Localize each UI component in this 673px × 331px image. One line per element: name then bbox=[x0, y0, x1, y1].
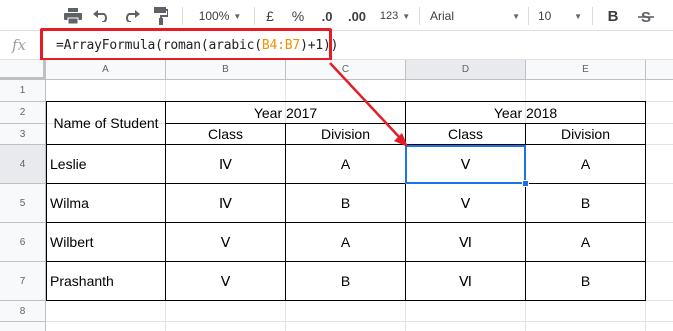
undo-icon[interactable] bbox=[91, 5, 113, 27]
header-year-2017[interactable]: Year 2017 bbox=[166, 102, 405, 123]
header-class-2017[interactable]: Class bbox=[166, 124, 285, 144]
header-division-2018[interactable]: Division bbox=[526, 124, 645, 144]
row-header-1[interactable]: 1 bbox=[0, 80, 46, 102]
font-size-value: 10 bbox=[538, 9, 552, 23]
chevron-down-icon: ▼ bbox=[233, 11, 242, 21]
cell-a6[interactable]: Wilbert bbox=[47, 223, 165, 261]
cell-e4[interactable]: A bbox=[526, 145, 645, 183]
cell-b7[interactable]: Ⅴ bbox=[166, 262, 285, 300]
select-all-corner[interactable] bbox=[0, 60, 46, 80]
decrease-decimal-label: .0 bbox=[321, 8, 333, 24]
row-header-7[interactable]: 7 bbox=[0, 262, 46, 301]
cell-a7[interactable]: Prashanth bbox=[47, 262, 165, 300]
toolbar: 100%▼ £ % .0 .00 123▼ Arial▼ 10▼ B S bbox=[0, 0, 673, 31]
font-family-value: Arial bbox=[430, 9, 455, 23]
cell-e7[interactable]: B bbox=[526, 262, 645, 300]
currency-format-button[interactable]: £ bbox=[262, 5, 278, 27]
fx-icon: fx bbox=[12, 36, 27, 54]
font-size-select[interactable]: 10 ▼ bbox=[538, 5, 582, 27]
header-class-2018[interactable]: Class bbox=[406, 124, 525, 144]
header-name-of-student[interactable]: Name of Student bbox=[47, 102, 165, 144]
column-header-d[interactable]: D bbox=[406, 60, 526, 80]
font-family-select[interactable]: Arial ▼ bbox=[430, 5, 520, 27]
fill-handle[interactable] bbox=[522, 180, 529, 187]
cell-b4[interactable]: Ⅳ bbox=[166, 145, 285, 183]
decrease-decimal-button[interactable]: .0 bbox=[316, 5, 338, 27]
cell-c4[interactable]: A bbox=[286, 145, 405, 183]
header-year-2018[interactable]: Year 2018 bbox=[406, 102, 645, 123]
cell-c5[interactable]: B bbox=[286, 184, 405, 222]
row-header-3[interactable]: 3 bbox=[0, 124, 46, 145]
cell-d6[interactable]: Ⅵ bbox=[406, 223, 525, 261]
percent-format-button[interactable]: % bbox=[289, 5, 307, 27]
cell-b5[interactable]: Ⅳ bbox=[166, 184, 285, 222]
cell-a5[interactable]: Wilma bbox=[47, 184, 165, 222]
header-division-2017[interactable]: Division bbox=[286, 124, 405, 144]
row-header-9[interactable] bbox=[0, 322, 46, 331]
zoom-select[interactable]: 100% ▼ bbox=[194, 5, 246, 27]
cell-e6[interactable]: A bbox=[526, 223, 645, 261]
cell-e5[interactable]: B bbox=[526, 184, 645, 222]
formula-highlight-box bbox=[40, 28, 332, 61]
more-formats-label: 123 bbox=[379, 10, 399, 22]
column-header-b[interactable]: B bbox=[166, 60, 286, 80]
strikethrough-icon[interactable]: S bbox=[636, 5, 656, 27]
zoom-value: 100% bbox=[198, 9, 230, 23]
increase-decimal-button[interactable]: .00 bbox=[343, 5, 371, 27]
increase-decimal-label: .00 bbox=[347, 8, 367, 24]
redo-icon[interactable] bbox=[120, 5, 142, 27]
row-header-4[interactable]: 4 bbox=[0, 145, 46, 184]
column-header-f[interactable] bbox=[646, 60, 673, 80]
row-header-8[interactable]: 8 bbox=[0, 301, 46, 322]
active-cell-selection bbox=[405, 145, 526, 184]
cell-d7[interactable]: Ⅵ bbox=[406, 262, 525, 300]
print-icon[interactable] bbox=[62, 5, 84, 27]
cell-d5[interactable]: Ⅴ bbox=[406, 184, 525, 222]
chevron-down-icon: ▼ bbox=[402, 11, 411, 21]
cell-c6[interactable]: A bbox=[286, 223, 405, 261]
column-header-c[interactable]: C bbox=[286, 60, 406, 80]
row-header-2[interactable]: 2 bbox=[0, 102, 46, 124]
row-header-6[interactable]: 6 bbox=[0, 223, 46, 262]
paint-format-icon[interactable] bbox=[150, 5, 172, 27]
more-formats-button[interactable]: 123 ▼ bbox=[377, 5, 413, 27]
column-header-e[interactable]: E bbox=[526, 60, 646, 80]
cell-a4[interactable]: Leslie bbox=[47, 145, 165, 183]
column-header-a[interactable]: A bbox=[46, 60, 166, 80]
cell-c7[interactable]: B bbox=[286, 262, 405, 300]
cell-b6[interactable]: Ⅴ bbox=[166, 223, 285, 261]
chevron-down-icon: ▼ bbox=[574, 11, 582, 21]
chevron-down-icon: ▼ bbox=[512, 11, 520, 21]
bold-button[interactable]: B bbox=[604, 5, 622, 27]
row-header-5[interactable]: 5 bbox=[0, 184, 46, 223]
